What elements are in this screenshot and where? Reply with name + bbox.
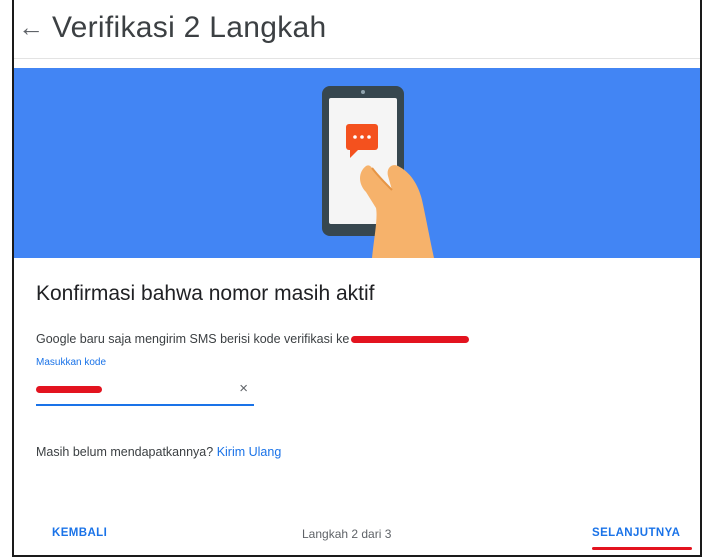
next-button-highlight [592, 547, 692, 550]
back-button[interactable]: KEMBALI [52, 527, 107, 539]
step-indicator: Langkah 2 dari 3 [302, 527, 392, 541]
code-input[interactable] [36, 382, 226, 398]
back-arrow-icon[interactable]: ← [18, 12, 44, 42]
clear-icon[interactable]: × [239, 380, 248, 397]
resend-prompt: Masih belum mendapatkannya? [36, 445, 214, 459]
description-text: Google baru saja mengirim SMS berisi kod… [36, 332, 350, 346]
code-field-label: Masukkan kode [36, 357, 107, 368]
dialog-frame: ← Verifikasi 2 Langkah Konfirmasi bahwa [12, 0, 702, 557]
verification-code-field[interactable]: Masukkan kode × [36, 356, 254, 406]
resend-link[interactable]: Kirim Ulang [217, 445, 282, 459]
resend-row: Masih belum mendapatkannya? Kirim Ulang [36, 443, 281, 461]
next-button[interactable]: SELANJUTNYA [592, 527, 680, 539]
illustration-banner [14, 68, 700, 258]
page-title: Verifikasi 2 Langkah [52, 11, 327, 44]
header: ← Verifikasi 2 Langkah [14, 0, 700, 59]
redacted-phone-number [351, 336, 470, 344]
redacted-code-value [36, 386, 102, 393]
content-title: Konfirmasi bahwa nomor masih aktif [36, 282, 375, 305]
field-underline [36, 404, 254, 406]
sms-description: Google baru saja mengirim SMS berisi kod… [36, 330, 470, 348]
phone-sms-illustration [322, 86, 434, 258]
phone-camera [361, 90, 365, 94]
